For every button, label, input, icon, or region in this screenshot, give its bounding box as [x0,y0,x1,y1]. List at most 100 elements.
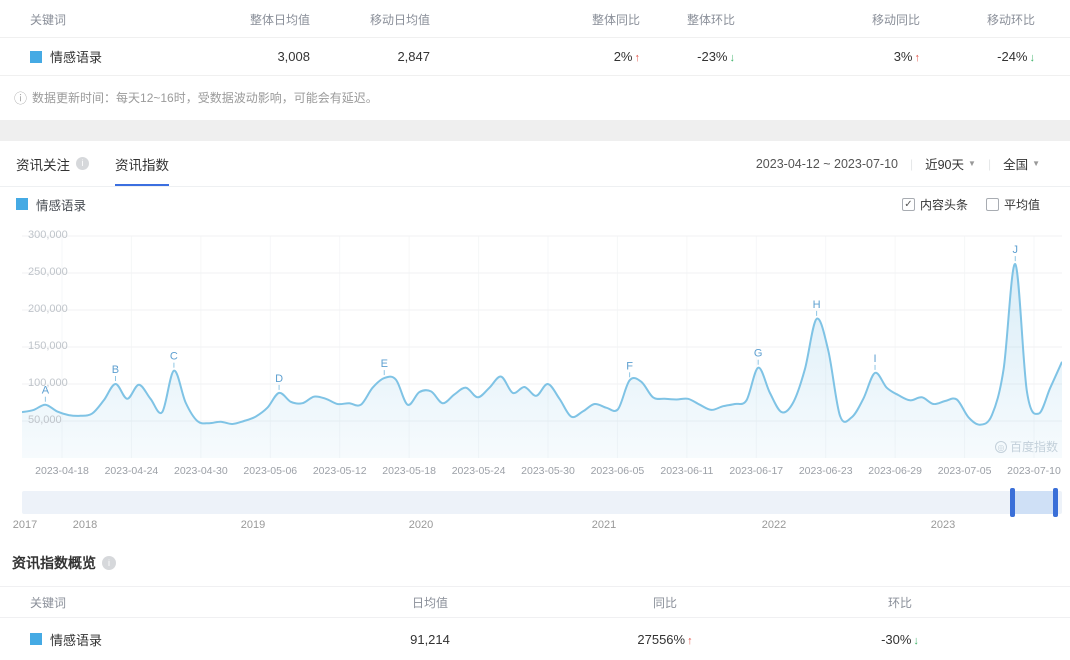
x-axis-labels: 2023-04-18 2023-04-24 2023-04-30 2023-05-06… [0,461,1070,483]
series-legend[interactable]: 情感语录 [16,195,86,214]
mom-value: -30% ↓ [881,631,919,647]
region-selector[interactable]: 全国 ▼ [1003,154,1040,173]
timeline-year-2022: 2022 [761,519,787,531]
timeline-year-2019: 2019 [240,519,266,531]
timeline-year-labels: 2017 2018 2019 2020 2021 2022 2023 [13,514,1062,536]
trend-line-chart: ABCDE FGHIJ [21,235,1063,458]
info-icon: ⓘ [14,91,28,106]
keyword-color-swatch [30,633,42,645]
timeline-selected-range[interactable] [1012,491,1055,514]
checkbox-checked-icon: ✓ [901,197,915,211]
x-axis-tick: 2023-05-30 [521,465,575,477]
x-axis-tick: 2023-04-30 [173,465,228,477]
legend-keyword-label: 情感语录 [36,198,87,213]
y-axis-tick: 50,000 [28,414,62,426]
timeline-slider-track[interactable] [22,488,1062,517]
period-selector[interactable]: 近90天 ▼ [925,154,976,173]
y-axis-tick: 250,000 [28,266,68,278]
col-header-overall-mom: 整体环比 [686,13,735,27]
divider: | [909,156,914,171]
baidu-index-page: 关键词 整体日均值 移动日均值 整体同比 整体环比 移动同比 移动环比 情感语录… [0,0,1070,660]
y-axis-tick: 100,000 [28,377,68,389]
overview-title: 资讯指数概览 i [0,550,1070,576]
trend-arrow-icon: ↑ [687,634,693,647]
legend-color-swatch [16,198,28,210]
trend-arrow-icon: ↑ [634,52,641,64]
keyword-cell: 情感语录 [0,47,230,66]
keyword-table-header: 关键词 整体日均值 移动日均值 整体同比 整体环比 移动同比 移动环比 [0,2,1070,38]
divider: | [987,156,992,171]
y-axis-tick: 300,000 [28,229,68,241]
peak-marker-I[interactable]: I [874,353,877,365]
timeline-year-2018: 2018 [72,519,98,531]
peak-marker-D[interactable]: D [275,373,283,385]
overview-table-header: 关键词 日均值 同比 环比 [0,586,1070,618]
trend-chart-canvas[interactable]: ABCDEFGHIJ 50,000 100,000 150,000 200,000 25… [0,229,1070,461]
section-divider-band [0,120,1070,141]
trend-arrow-icon: ↓ [729,52,736,64]
checkbox-content-toutiao[interactable]: ✓ 内容头条 [901,196,968,213]
timeline-year-2021: 2021 [591,519,617,531]
x-axis-tick: 2023-07-10 [1007,465,1061,477]
x-axis-tick: 2023-06-23 [798,465,853,477]
data-update-note: ⓘ 数据更新时间：每天12~16时，受数据波动影响，可能会有延迟。 [0,76,1070,107]
col-header-overall-daily-avg: 整体日均值 [249,13,310,27]
ov-col-daily-avg: 日均值 [411,595,448,610]
legend-row: 情感语录 ✓ 内容头条 平均值 [0,187,1070,221]
col-header-overall-yoy: 整体同比 [591,13,640,27]
col-header-mobile-yoy: 移动同比 [871,13,920,27]
ov-col-keyword: 关键词 [30,595,67,610]
keyword-table-row: 情感语录 3,008 2,847 2% ↑ -23% ↓ 3% ↑ -24% ↓ [0,38,1070,76]
peak-marker-B[interactable]: B [112,364,119,376]
overview-table-row: 情感语录 91,214 27556% ↑ -30% ↓ [0,618,1070,660]
timeline-year-2017: 2017 [12,519,38,531]
timeline-year-2023: 2023 [930,519,956,531]
keyword-color-swatch [30,50,42,63]
overall-mom-value: -23% ↓ [697,49,736,64]
trend-arrow-icon: ↓ [913,634,919,647]
tab-zixun-guanzhu[interactable]: 资讯关注 i [16,141,89,186]
trend-arrow-icon: ↓ [1029,52,1036,64]
mobile-daily-avg-value: 2,847 [397,49,430,64]
keyword-cell: 情感语录 [0,630,260,649]
col-header-mobile-daily-avg: 移动日均值 [369,13,430,27]
peak-marker-E[interactable]: E [381,358,388,370]
x-axis-tick: 2023-06-29 [868,465,922,477]
x-axis-tick: 2023-05-18 [382,465,436,477]
ov-col-yoy: 同比 [652,595,677,610]
x-axis-tick: 2023-04-24 [104,465,159,477]
x-axis-tick: 2023-06-11 [660,465,714,477]
overall-yoy-value: 2% ↑ [613,49,641,64]
peak-marker-H[interactable]: H [813,299,821,311]
keyword-label: 情感语录 [50,632,103,648]
chart-plot-area[interactable]: ABCDEFGHIJ [21,233,1063,461]
index-overview-section: 资讯指数概览 i 关键词 日均值 同比 环比 情感语录 91,214 27556… [0,536,1070,660]
x-axis-tick: 2023-06-17 [729,465,784,477]
baidu-index-watermark: ◎ 百度指数 [994,438,1058,455]
y-axis-tick: 150,000 [28,340,68,352]
peak-marker-J[interactable]: J [1013,244,1019,256]
x-axis-tick: 2023-05-06 [243,465,298,477]
watermark-logo-icon: ◎ [994,440,1007,453]
info-icon[interactable]: i [102,556,116,570]
tab-zixun-zhishu[interactable]: 资讯指数 [115,141,169,186]
timeline-year-2020: 2020 [408,519,434,531]
yoy-value: 27556% ↑ [637,631,693,647]
timeline-slider-zone: 2017 2018 2019 2020 2021 2022 2023 [13,488,1062,536]
range-controls: 2023-04-12 ~ 2023-07-10 | 近90天 ▼ | 全国 ▼ [756,154,1040,173]
peak-marker-F[interactable]: F [626,360,633,372]
date-range-display[interactable]: 2023-04-12 ~ 2023-07-10 [756,157,898,171]
info-icon[interactable]: i [76,157,89,170]
keyword-label: 情感语录 [50,50,103,65]
checkbox-average[interactable]: 平均值 [985,196,1040,213]
col-header-keyword: 关键词 [30,13,67,27]
ov-col-mom: 环比 [887,595,912,610]
mobile-yoy-value: 3% ↑ [893,49,920,64]
timeline-handle-right[interactable] [1052,488,1058,517]
daily-avg-value: 91,214 [410,631,450,647]
x-axis-tick: 2023-04-18 [35,465,89,477]
timeline-handle-left[interactable] [1010,488,1016,517]
col-header-mobile-mom: 移动环比 [986,13,1035,27]
peak-marker-C[interactable]: C [170,351,178,363]
peak-marker-G[interactable]: G [754,348,763,360]
